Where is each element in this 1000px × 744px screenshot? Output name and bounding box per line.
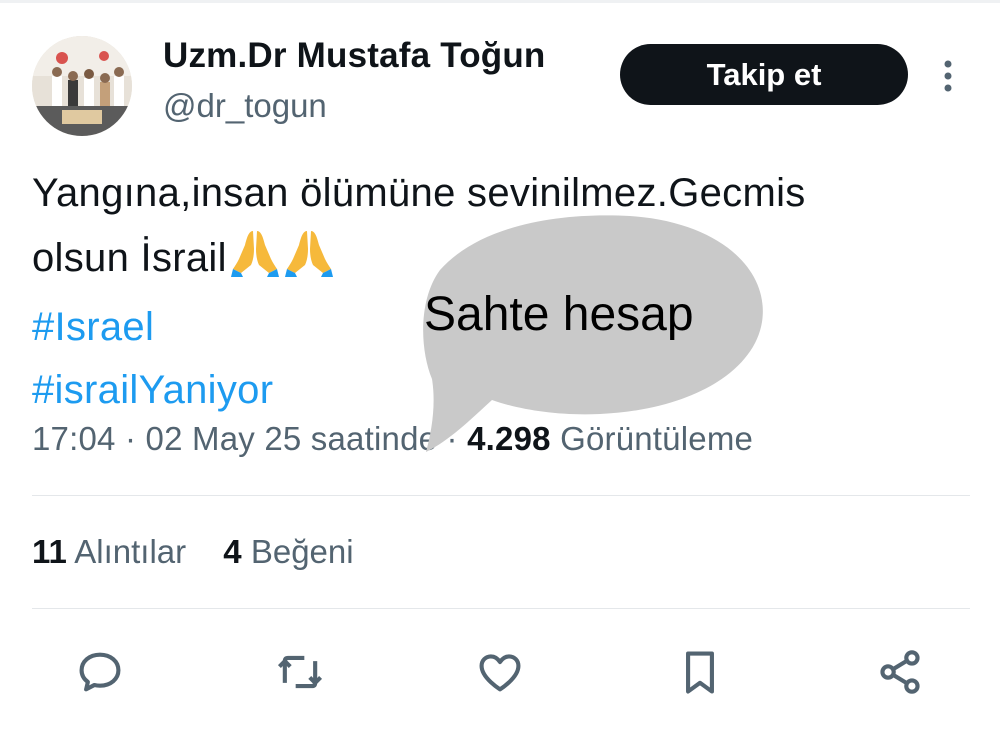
avatar[interactable] (32, 36, 132, 136)
hashtag-link[interactable]: #israilYaniyor (32, 359, 273, 422)
more-options-icon[interactable] (937, 58, 959, 94)
bookmark-icon (686, 651, 714, 694)
reply-button[interactable] (70, 640, 130, 704)
meta-separator: · (124, 420, 137, 457)
tweet-text-line-2: olsun İsrail (32, 225, 962, 296)
retweet-button[interactable] (270, 640, 330, 704)
divider (32, 495, 970, 496)
like-icon (479, 654, 521, 692)
tweet-time[interactable]: 17:04 (32, 420, 116, 457)
divider (32, 608, 970, 609)
author-handle[interactable]: @dr_togun (163, 87, 327, 125)
share-button[interactable] (870, 640, 930, 704)
bookmark-button[interactable] (670, 640, 730, 704)
tweet-text-line-2-text: olsun İsrail (32, 236, 227, 280)
retweet-icon (277, 655, 323, 689)
reply-icon (79, 652, 121, 692)
like-button[interactable] (470, 640, 530, 704)
tweet-meta: 17:04 · 02 May 25 saatinde · 4.298 Görün… (32, 420, 753, 458)
tweet-date[interactable]: 02 May 25 saatinde (146, 420, 438, 457)
tweet-stats: 11 Alıntılar 4 Beğeni (32, 533, 382, 571)
share-icon (880, 650, 920, 694)
likes-label: Beğeni (250, 533, 354, 570)
meta-separator: · (446, 420, 458, 457)
avatar-photo (32, 36, 132, 136)
views-count: 4.298 (467, 420, 551, 457)
likes-count: 4 (223, 533, 242, 570)
overlay-label: Sahte hesap (424, 288, 694, 341)
author-display-name[interactable]: Uzm.Dr Mustafa Toğun (163, 36, 546, 76)
action-bar (0, 640, 1000, 710)
hashtag-link[interactable]: #Israel (32, 296, 154, 359)
praying-hands-icon (229, 225, 281, 296)
praying-hands-icon (283, 225, 335, 296)
follow-button[interactable]: Takip et (620, 44, 908, 105)
quotes-label: Alıntılar (74, 533, 187, 570)
top-divider (0, 0, 1000, 3)
likes-stat[interactable]: 4 Beğeni (223, 533, 353, 571)
tweet-text-line-1: Yangına,insan ölümüne sevinilmez.Gecmis (32, 171, 806, 215)
quotes-count: 11 (32, 533, 67, 570)
views-label: Görüntüleme (560, 420, 754, 457)
quotes-stat[interactable]: 11 Alıntılar (32, 533, 186, 571)
